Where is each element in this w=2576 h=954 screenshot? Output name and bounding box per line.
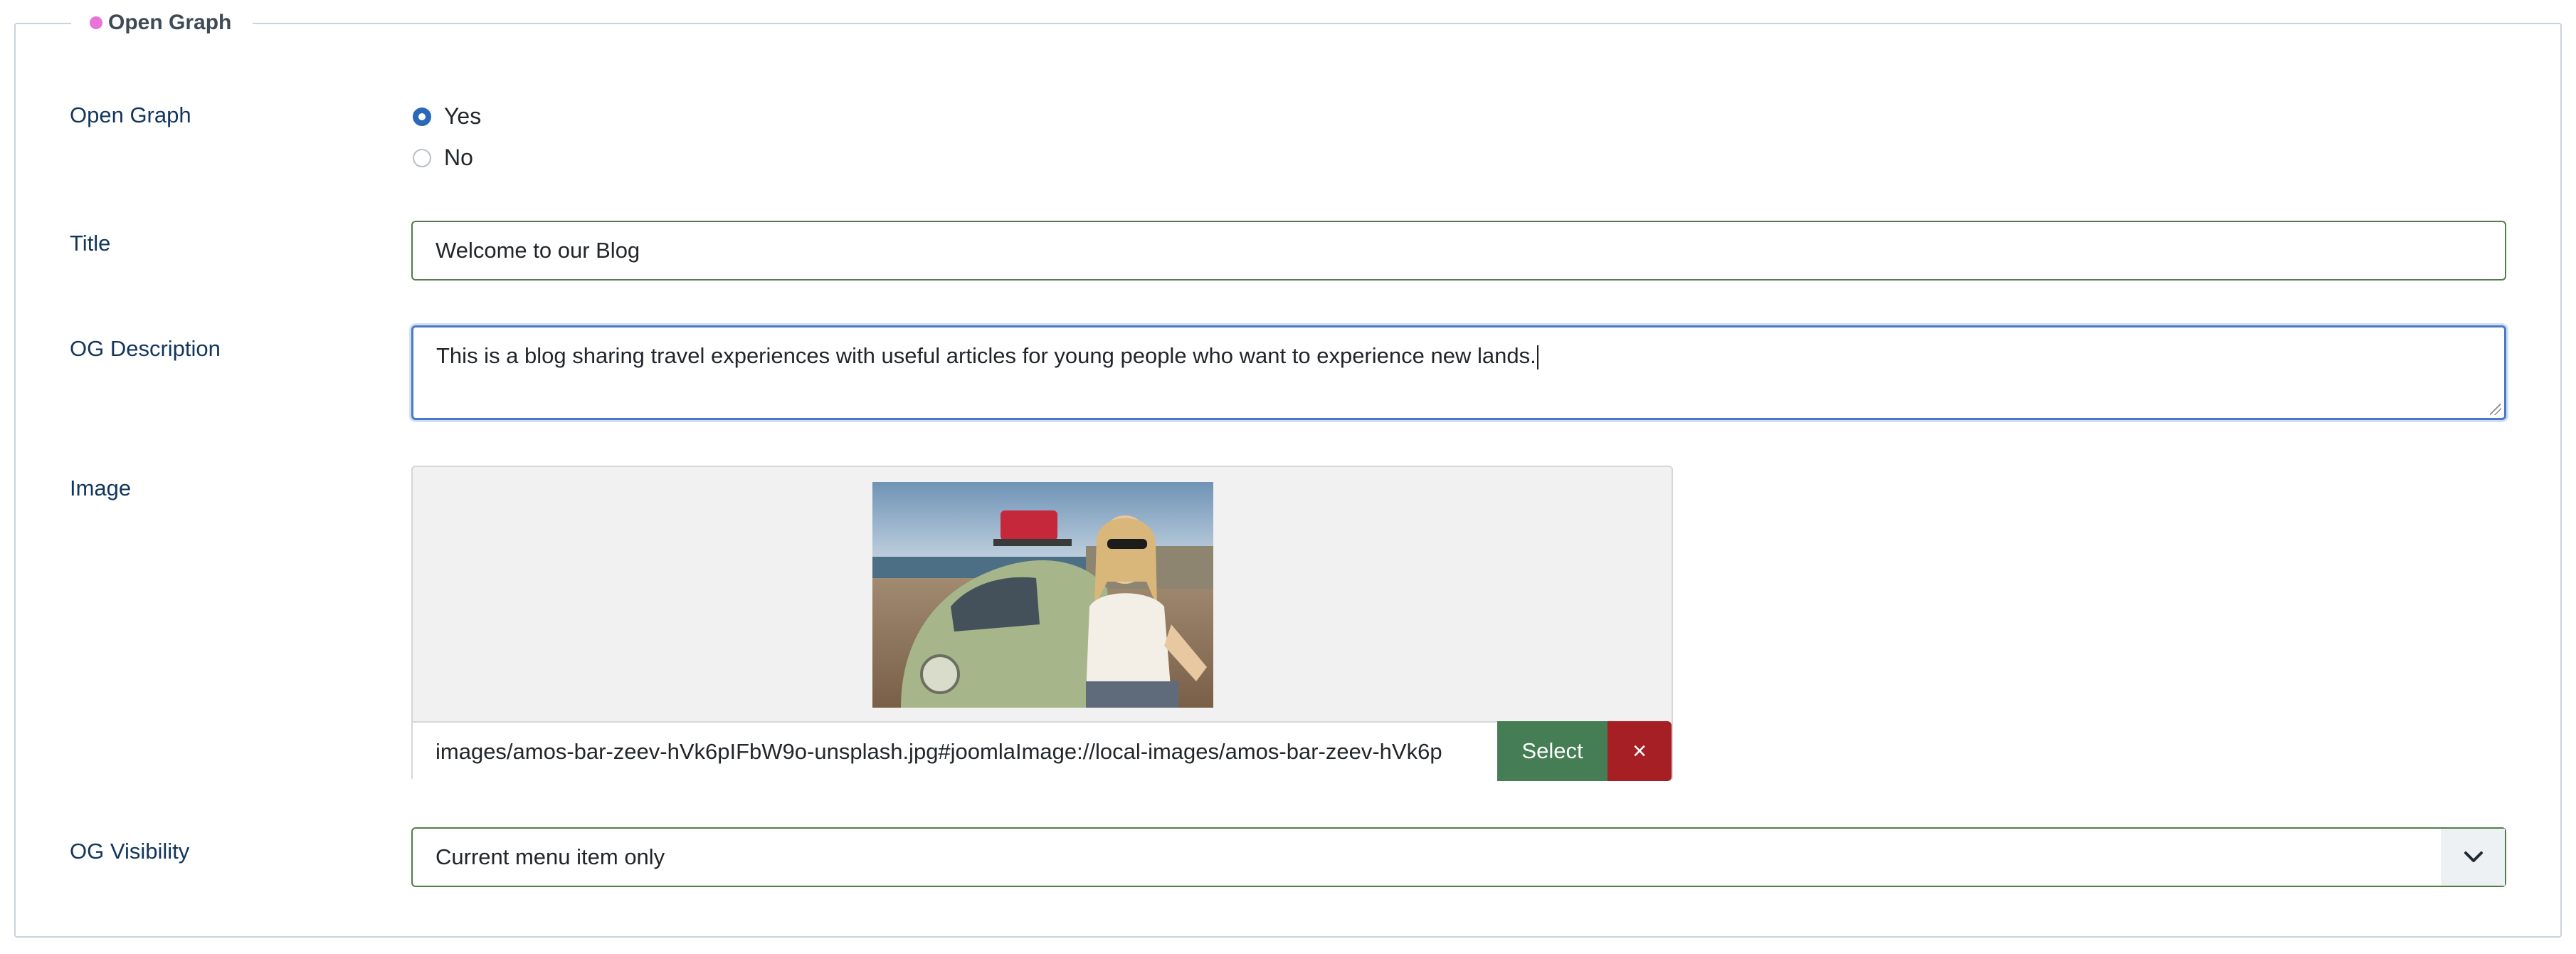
text-caret <box>1536 345 1538 369</box>
og-description-textarea[interactable]: This is a blog sharing travel experience… <box>411 325 2506 420</box>
og-visibility-value[interactable]: Current menu item only <box>436 844 665 870</box>
og-description-value[interactable]: This is a blog sharing travel experience… <box>436 343 1536 368</box>
open-graph-yes-radio[interactable]: Yes <box>413 103 481 130</box>
image-preview <box>872 482 1213 708</box>
title-label: Title <box>70 231 111 256</box>
image-path-input[interactable]: images/amos-bar-zeev-hVk6pIFbW9o-unsplas… <box>413 721 1497 781</box>
title-input-value[interactable]: Welcome to our Blog <box>436 238 640 263</box>
og-visibility-label: OG Visibility <box>70 839 190 864</box>
og-visibility-select[interactable]: Current menu item only <box>411 827 2506 887</box>
open-graph-label: Open Graph <box>70 103 191 127</box>
open-graph-yes-label[interactable]: Yes <box>444 103 481 130</box>
legend-text: Open Graph <box>108 11 232 34</box>
image-media-field: images/amos-bar-zeev-hVk6pIFbW9o-unsplas… <box>411 466 1673 781</box>
image-preview-picture <box>872 482 1213 708</box>
close-icon[interactable]: × <box>1632 738 1647 765</box>
fieldset-legend: Open Graph <box>71 9 253 37</box>
og-description-label: OG Description <box>70 336 221 361</box>
resize-grip-icon[interactable] <box>2490 404 2501 415</box>
image-path-value[interactable]: images/amos-bar-zeev-hVk6pIFbW9o-unsplas… <box>436 739 1442 765</box>
radio-unchecked-icon[interactable] <box>413 148 431 167</box>
radio-checked-icon[interactable] <box>413 107 431 126</box>
image-path-bar: images/amos-bar-zeev-hVk6pIFbW9o-unsplas… <box>413 721 1672 781</box>
open-graph-no-label[interactable]: No <box>444 145 473 171</box>
image-label: Image <box>70 476 132 500</box>
title-input[interactable]: Welcome to our Blog <box>411 221 2506 281</box>
image-clear-button[interactable]: × <box>1608 721 1672 781</box>
image-select-button[interactable]: Select <box>1497 721 1608 781</box>
chevron-down-icon[interactable] <box>2442 829 2505 886</box>
open-graph-no-radio[interactable]: No <box>413 145 473 171</box>
legend-dot-icon <box>90 16 102 29</box>
